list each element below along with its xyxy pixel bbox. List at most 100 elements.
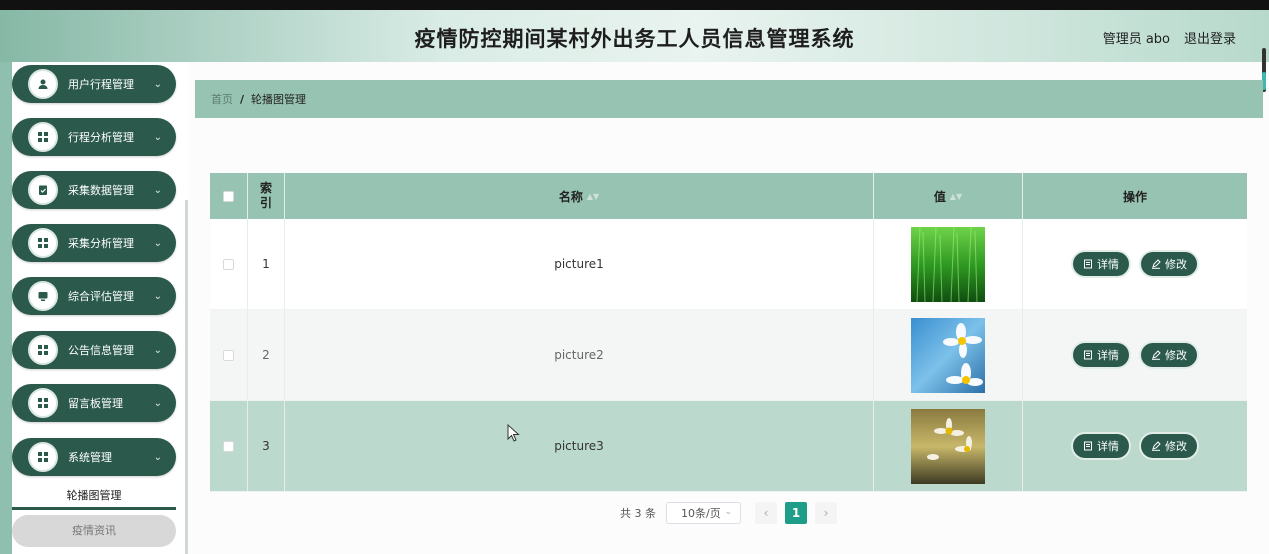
row-ops: 详情 修改: [1023, 310, 1247, 400]
sidebar-item-trip-analysis[interactable]: 行程分析管理 ⌄: [12, 118, 176, 156]
pagination: 共 3 条 10条/页 ⌄ ‹ 1 ›: [620, 502, 837, 524]
header-index-label: 索引: [259, 181, 272, 210]
sidebar-item-news[interactable]: 疫情资讯: [12, 515, 176, 547]
document-icon: [1084, 259, 1092, 269]
table-row: 3 picture3 详情 修改: [210, 401, 1247, 492]
page-size-select[interactable]: 10条/页 ⌄: [666, 502, 741, 524]
row-ops: 详情 修改: [1023, 401, 1247, 491]
edit-button[interactable]: 修改: [1141, 434, 1197, 458]
sidebar: 用户行程管理 ⌄ 行程分析管理 ⌄ 采集数据管理 ⌄ 采集分析管理 ⌄ 综合评估…: [12, 62, 186, 554]
row-index: 2: [248, 310, 285, 400]
chevron-down-icon: ⌄: [153, 184, 162, 196]
row-checkbox[interactable]: [223, 349, 234, 361]
grid-icon: [28, 442, 58, 472]
sidebar-item-label: 用户行程管理: [68, 78, 134, 91]
header-value-label: 值: [933, 189, 946, 204]
row-ops: 详情 修改: [1023, 219, 1247, 309]
user-icon: [28, 69, 58, 99]
edit-button-label: 修改: [1165, 349, 1187, 362]
header-name[interactable]: 名称 ▲▼: [285, 173, 874, 219]
chevron-down-icon: ⌄: [153, 451, 162, 463]
sidebar-item-user-trip[interactable]: 用户行程管理 ⌄: [12, 65, 176, 103]
breadcrumb: 首页 / 轮播图管理: [195, 80, 1263, 118]
sidebar-item-evaluation[interactable]: 综合评估管理 ⌄: [12, 277, 176, 315]
pencil-icon: [1152, 441, 1161, 451]
breadcrumb-separator: /: [240, 92, 245, 106]
sort-icon[interactable]: ▲▼: [587, 192, 599, 201]
header-index: 索引: [248, 173, 285, 219]
page-size-value: 10条/页: [681, 507, 721, 520]
sidebar-item-label: 系统管理: [68, 451, 112, 464]
row-name: picture1: [285, 219, 874, 309]
select-all-checkbox[interactable]: [223, 190, 234, 202]
header-ops: 操作: [1023, 173, 1247, 219]
breadcrumb-current: 轮播图管理: [251, 93, 307, 106]
row-value: [874, 219, 1023, 309]
sidebar-item-system[interactable]: 系统管理 ⌄: [12, 438, 176, 476]
sidebar-item-label: 公告信息管理: [68, 344, 134, 357]
sidebar-item-label: 采集数据管理: [68, 184, 134, 197]
sidebar-item-collect-analysis[interactable]: 采集分析管理 ⌄: [12, 224, 176, 262]
edit-button[interactable]: 修改: [1141, 343, 1197, 367]
grid-icon: [28, 388, 58, 418]
row-name: picture2: [285, 310, 874, 400]
breadcrumb-home[interactable]: 首页: [211, 91, 233, 107]
window-top-bar: [0, 0, 1269, 10]
carousel-table: 索引 名称 ▲▼ 值 ▲▼ 操作 1 picture1 详情 修改 2 pict…: [210, 173, 1247, 492]
detail-button[interactable]: 详情: [1073, 434, 1129, 458]
sidebar-item-label: 综合评估管理: [68, 290, 134, 303]
header-ops-label: 操作: [1122, 189, 1147, 204]
prev-page-button[interactable]: ‹: [755, 502, 777, 524]
grid-icon: [28, 228, 58, 258]
app-header: 疫情防控期间某村外出务工人员信息管理系统 管理员 abo 退出登录: [0, 10, 1269, 62]
chevron-down-icon: ⌄: [153, 237, 162, 249]
chevron-down-icon: ⌄: [153, 344, 162, 356]
sidebar-subitem-carousel[interactable]: 轮播图管理: [12, 482, 176, 510]
edit-button-label: 修改: [1165, 440, 1187, 453]
page-number-current[interactable]: 1: [785, 502, 807, 524]
row-checkbox[interactable]: [223, 258, 234, 270]
chevron-down-icon: ⌄: [153, 78, 162, 90]
row-checkbox-cell: [210, 310, 248, 400]
table-header: 索引 名称 ▲▼ 值 ▲▼ 操作: [210, 173, 1247, 219]
row-checkbox-cell: [210, 401, 248, 491]
pencil-icon: [1152, 259, 1161, 269]
detail-button[interactable]: 详情: [1073, 343, 1129, 367]
chevron-down-icon: ⌄: [153, 290, 162, 302]
detail-button-label: 详情: [1097, 258, 1119, 271]
sidebar-item-label: 采集分析管理: [68, 237, 134, 250]
app-title: 疫情防控期间某村外出务工人员信息管理系统: [414, 27, 855, 51]
header-name-label: 名称: [558, 189, 583, 204]
row-index: 3: [248, 401, 285, 491]
grass-image: [911, 226, 985, 302]
sidebar-item-collect-data[interactable]: 采集数据管理 ⌄: [12, 171, 176, 209]
row-checkbox-cell: [210, 219, 248, 309]
grid-icon: [28, 335, 58, 365]
document-icon: [1084, 441, 1092, 451]
logout-link[interactable]: 退出登录: [1184, 28, 1236, 47]
edit-button-label: 修改: [1165, 258, 1187, 271]
row-index: 1: [248, 219, 285, 309]
detail-button[interactable]: 详情: [1073, 252, 1129, 276]
row-checkbox[interactable]: [223, 440, 234, 452]
header-checkbox-cell: [210, 173, 248, 219]
daisy-blue-image: [911, 317, 985, 393]
monitor-icon: [28, 281, 58, 311]
detail-button-label: 详情: [1097, 349, 1119, 362]
sidebar-item-notice[interactable]: 公告信息管理 ⌄: [12, 331, 176, 369]
edit-button[interactable]: 修改: [1141, 252, 1197, 276]
sidebar-item-message-board[interactable]: 留言板管理 ⌄: [12, 384, 176, 422]
clipboard-icon: [28, 175, 58, 205]
table-row: 1 picture1 详情 修改: [210, 219, 1247, 310]
row-name: picture3: [285, 401, 874, 491]
daisy-yellow-image: [911, 408, 985, 484]
mouse-cursor-icon: [507, 424, 520, 442]
next-page-button[interactable]: ›: [815, 502, 837, 524]
sort-icon[interactable]: ▲▼: [950, 192, 962, 201]
table-row: 2 picture2 详情 修改: [210, 310, 1247, 401]
row-value: [874, 310, 1023, 400]
sidebar-item-label: 留言板管理: [68, 397, 123, 410]
chevron-down-icon: ⌄: [153, 131, 162, 143]
pencil-icon: [1152, 350, 1161, 360]
header-value[interactable]: 值 ▲▼: [874, 173, 1023, 219]
